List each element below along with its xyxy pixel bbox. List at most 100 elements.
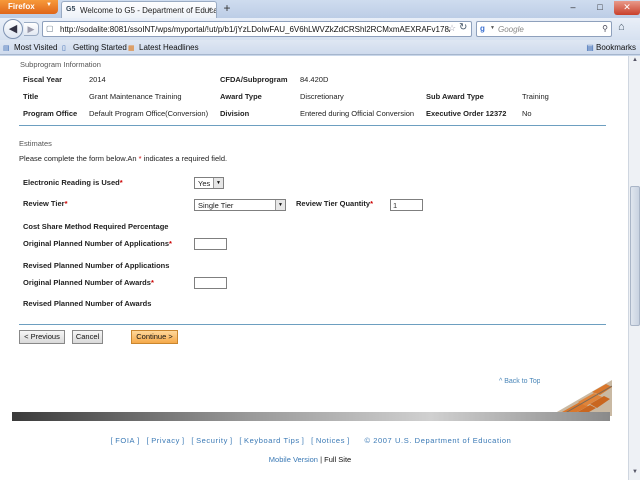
section-divider: [19, 324, 606, 325]
program-office-value: Default Program Office(Conversion): [89, 109, 209, 118]
page-icon: ▯: [62, 45, 66, 52]
previous-button[interactable]: < Previous: [19, 330, 65, 344]
bookmark-latest-headlines[interactable]: ▦ Latest Headlines: [128, 43, 199, 52]
title-label: Title: [23, 92, 39, 101]
foia-link[interactable]: FOIA: [115, 436, 135, 445]
scroll-up-icon[interactable]: ▲: [630, 57, 640, 67]
award-type-value: Discretionary: [300, 92, 344, 101]
chevron-down-icon[interactable]: ▼: [490, 25, 495, 31]
bookmarks-toolbar: ▤ Most Visited ▯ Getting Started ▦ Latest H…: [0, 40, 640, 55]
browser-tab[interactable]: G5 Welcome to G5 - Department of Educati…: [61, 1, 217, 18]
executive-order-label: Executive Order 12372: [426, 109, 507, 118]
sub-award-type-value: Training: [522, 92, 549, 101]
original-applications-label: Original Planned Number of Applications*: [23, 239, 172, 248]
electronic-reading-label: Electronic Reading is Used*: [23, 178, 123, 187]
cfda-value: 84.420D: [300, 75, 329, 84]
revised-awards-label: Revised Planned Number of Awards: [23, 299, 152, 308]
search-box[interactable]: g ▼ Google ⚲: [476, 21, 612, 37]
sub-award-type-label: Sub Award Type: [426, 92, 484, 101]
subprogram-heading: Subprogram Information: [20, 60, 101, 69]
navigation-toolbar: ◀ ▶ ▢ http://sodalite:8081/ssoINT/wps/my…: [0, 18, 640, 40]
program-office-label: Program Office: [23, 109, 78, 118]
google-icon[interactable]: g: [480, 24, 485, 33]
firefox-menu-button[interactable]: Firefox ▼: [0, 0, 58, 14]
scroll-down-icon[interactable]: ▼: [630, 469, 640, 479]
classroom-desks-image: [540, 372, 612, 416]
bookmark-label: Getting Started: [73, 43, 127, 52]
fiscal-year-value: 2014: [89, 75, 106, 84]
fiscal-year-label: Fiscal Year: [23, 75, 63, 84]
new-tab-button[interactable]: +: [220, 2, 234, 16]
keyboard-tips-link[interactable]: Keyboard Tips: [244, 436, 300, 445]
security-link[interactable]: Security: [196, 436, 228, 445]
firefox-menu-label: Firefox: [8, 2, 35, 11]
electronic-reading-selected: Yes: [198, 179, 211, 188]
review-tier-select[interactable]: Single Tier ▼: [194, 199, 286, 211]
back-to-top-link[interactable]: ^ Back to Top: [499, 378, 541, 385]
browser-titlebar: Firefox ▼ G5 Welcome to G5 - Department …: [0, 0, 640, 18]
vertical-scrollbar[interactable]: ▲ ▼: [628, 56, 640, 480]
g5-favicon-icon: G5: [66, 6, 76, 13]
award-type-label: Award Type: [220, 92, 262, 101]
review-tier-label: Review Tier*: [23, 199, 68, 208]
close-tab-icon[interactable]: ×: [207, 5, 212, 14]
division-label: Division: [220, 109, 250, 118]
form-instructions: Please complete the form below.An * indi…: [19, 154, 227, 163]
original-awards-input[interactable]: [194, 277, 227, 289]
footer-links: [FOIA] [Privacy] [Security] [Keyboard Ti…: [110, 436, 512, 445]
chevron-down-icon[interactable]: ▼: [275, 200, 285, 210]
page-icon: ▢: [46, 24, 54, 33]
rss-icon: ▦: [128, 45, 135, 52]
minimize-window-button[interactable]: –: [560, 1, 586, 15]
bookmark-label: Most Visited: [14, 43, 58, 52]
division-value: Entered during Official Conversion: [300, 109, 415, 118]
search-icon[interactable]: ⚲: [602, 24, 608, 33]
close-window-button[interactable]: ✕: [614, 1, 640, 15]
cfda-label: CFDA/Subprogram: [220, 75, 288, 84]
copyright-text: © 2007 U.S. Department of Education: [364, 436, 512, 445]
title-value: Grant Maintenance Training: [89, 92, 182, 101]
review-tier-quantity-input[interactable]: 1: [390, 199, 423, 211]
revised-applications-label: Revised Planned Number of Applications: [23, 261, 170, 270]
full-site-text: Full Site: [324, 455, 352, 464]
home-icon[interactable]: ⌂: [618, 21, 625, 33]
section-divider: [19, 125, 606, 126]
notices-link[interactable]: Notices: [316, 436, 345, 445]
required-asterisk: *: [138, 154, 142, 163]
address-bar[interactable]: ▢ http://sodalite:8081/ssoINT/wps/myport…: [42, 21, 472, 37]
maximize-window-button[interactable]: □: [587, 1, 613, 15]
executive-order-value: No: [522, 109, 532, 118]
scrollbar-thumb[interactable]: [630, 186, 640, 326]
bookmark-label: Latest Headlines: [139, 43, 199, 52]
review-tier-quantity-label: Review Tier Quantity*: [296, 199, 373, 208]
electronic-reading-select[interactable]: Yes ▼: [194, 177, 224, 189]
estimates-heading: Estimates: [19, 139, 52, 148]
address-url[interactable]: http://sodalite:8081/ssoINT/wps/myportal…: [60, 25, 450, 34]
site-links-divider: |: [320, 455, 323, 464]
bookmarks-menu-label: Bookmarks: [595, 43, 636, 52]
original-applications-input[interactable]: [194, 238, 227, 250]
cost-share-label: Cost Share Method Required Percentage: [23, 222, 169, 231]
privacy-link[interactable]: Privacy: [151, 436, 180, 445]
reload-icon[interactable]: ↻: [459, 22, 467, 33]
bookmark-getting-started[interactable]: ▯ Getting Started: [62, 43, 127, 52]
bookmarks-icon: ▤: [586, 43, 596, 52]
bookmark-folder-icon: ▤: [3, 45, 10, 52]
back-button[interactable]: ◀: [3, 19, 23, 39]
chevron-down-icon: ▼: [46, 2, 52, 8]
site-version-links: Mobile Version | Full Site: [0, 455, 620, 464]
tab-title: Welcome to G5 - Department of Educati...: [80, 6, 217, 15]
cancel-button[interactable]: Cancel: [72, 330, 103, 344]
bookmark-most-visited[interactable]: ▤ Most Visited: [3, 43, 57, 52]
forward-button[interactable]: ▶: [24, 22, 39, 36]
footer-decorative-band: [12, 412, 610, 421]
bookmarks-menu[interactable]: ▤ Bookmarks: [586, 43, 636, 52]
original-awards-label: Original Planned Number of Awards*: [23, 278, 154, 287]
continue-button[interactable]: Continue >: [131, 330, 178, 344]
instructions-text: indicates a required field.: [143, 154, 228, 163]
chevron-down-icon[interactable]: ▼: [213, 178, 223, 188]
mobile-version-link[interactable]: Mobile Version: [269, 455, 318, 464]
search-placeholder[interactable]: Google: [498, 25, 524, 34]
bookmark-star-icon[interactable]: ☆: [448, 23, 456, 34]
review-tier-selected: Single Tier: [198, 201, 234, 210]
